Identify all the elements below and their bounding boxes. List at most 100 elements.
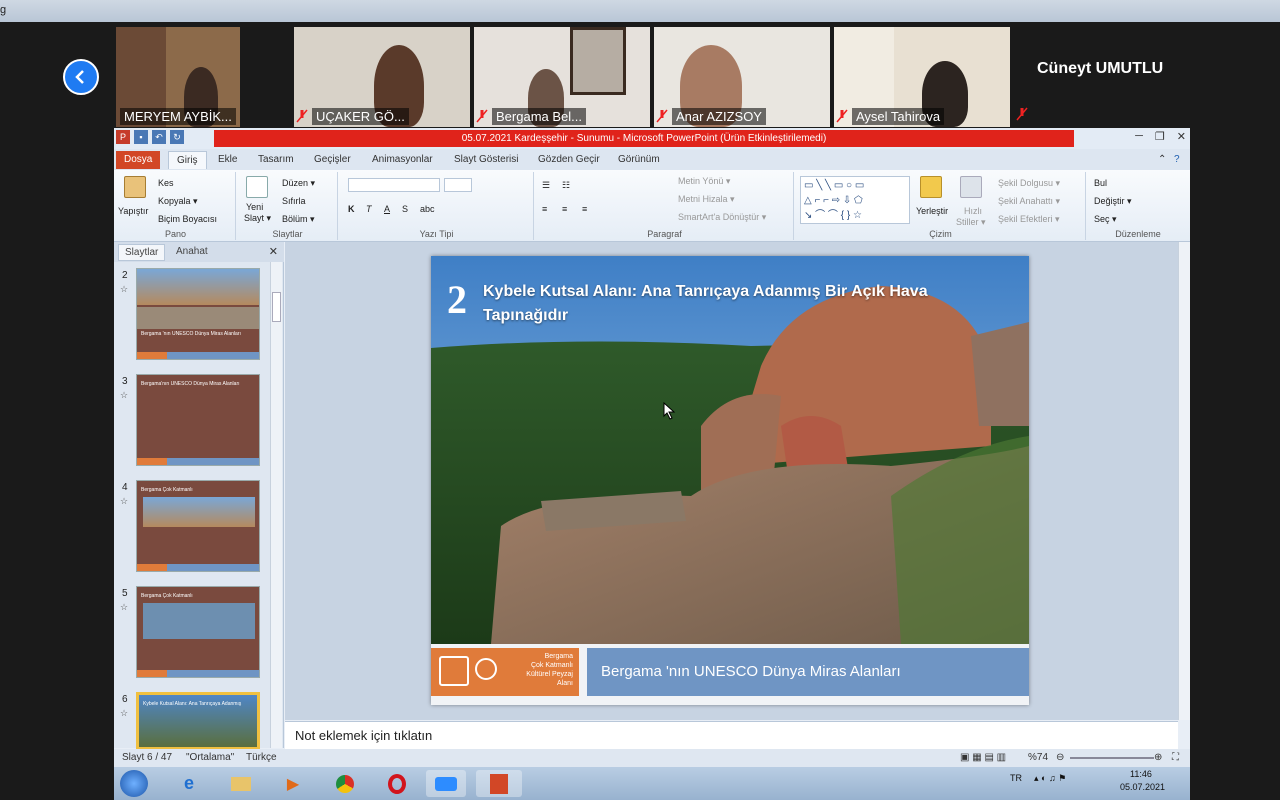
underline-icon[interactable]: A: [384, 204, 390, 214]
slide-thumbnail[interactable]: 2 ☆ Bergama 'nın UNESCO Dünya Miras Alan…: [114, 266, 274, 366]
thumb-text: Bergama Çok Katmanlı: [141, 487, 193, 493]
italic-icon[interactable]: T: [366, 204, 372, 214]
sekil-dolgusu-button[interactable]: Şekil Dolgusu ▾: [998, 178, 1060, 189]
file-explorer-icon[interactable]: [226, 770, 256, 797]
powerpoint-window: P ▪ ↶ ↻ 05.07.2021 Kardeşşehir - Sunumu …: [114, 128, 1190, 800]
thumbnail-scrollbar[interactable]: [270, 262, 282, 748]
tab-slaytlar[interactable]: Slaytlar: [118, 244, 166, 261]
kopyala-button[interactable]: Kopyala ▾: [158, 196, 198, 207]
undo-icon[interactable]: ↶: [152, 130, 166, 144]
metin-yonu-button[interactable]: Metin Yönü ▾: [678, 176, 730, 187]
tab-tasarim[interactable]: Tasarım: [250, 151, 302, 169]
shapes-gallery[interactable]: ▭ ╲ ╲ ▭ ○ ▭ △ ⌐ ⌐ ⇨ ⇩ ⬠ ↘ ⌒ ⌒ { } ☆: [800, 176, 910, 224]
slide-thumbnail[interactable]: 4 ☆ Bergama Çok Katmanlı: [114, 478, 274, 578]
zoom-level[interactable]: %74: [1028, 752, 1048, 763]
save-icon[interactable]: ▪: [134, 130, 148, 144]
editor-scrollbar[interactable]: [1178, 242, 1190, 720]
font-size-select[interactable]: [444, 178, 472, 192]
tab-gozden-gecir[interactable]: Gözden Geçir: [530, 151, 608, 169]
ribbon: Yapıştır Kes Kopyala ▾ Biçim Boyacısı Pa…: [114, 170, 1190, 242]
numbering-icon[interactable]: ☷: [562, 180, 570, 191]
chrome-icon[interactable]: [330, 770, 360, 797]
participant-tile[interactable]: MERYEM AYBİK...: [116, 27, 240, 127]
back-arrow-button[interactable]: [63, 59, 99, 95]
minimize-icon[interactable]: ─: [1135, 130, 1143, 143]
tab-ekle[interactable]: Ekle: [210, 151, 245, 169]
thumb-text: Bergama 'nın UNESCO Dünya Miras Alanları: [141, 331, 241, 337]
status-bar: Slayt 6 / 47 "Ortalama" Türkçe ▣ ▦ ▤ ▥ %…: [114, 749, 1190, 767]
start-button-icon[interactable]: [120, 770, 148, 797]
participant-tile[interactable]: UÇAKER GÖ...: [294, 27, 470, 127]
shadow-icon[interactable]: S: [402, 204, 408, 214]
slide-thumbnail[interactable]: 3 ☆ Bergama'nın UNESCO Dünya Miras Alanl…: [114, 372, 274, 472]
paste-icon[interactable]: [124, 176, 146, 198]
sifirla-button[interactable]: Sıfırla: [282, 196, 306, 206]
stiller-label[interactable]: Stiller ▾: [956, 217, 986, 228]
align-center-icon[interactable]: ≡: [562, 204, 567, 214]
bullets-icon[interactable]: ☰: [542, 180, 550, 191]
language[interactable]: Türkçe: [246, 752, 277, 763]
align-left-icon[interactable]: ≡: [542, 204, 547, 214]
smartart-button[interactable]: SmartArt'a Dönüştür ▾: [678, 212, 766, 223]
kes-button[interactable]: Kes: [158, 178, 174, 188]
tab-giris[interactable]: Giriş: [168, 151, 207, 169]
fit-to-window-icon[interactable]: ⛶: [1172, 752, 1179, 763]
yapistir-button[interactable]: Yapıştır: [118, 206, 148, 216]
slide-thumbnail[interactable]: 5 ☆ Bergama Çok Katmanlı: [114, 584, 274, 684]
current-slide[interactable]: 2 Kybele Kutsal Alanı: Ana Tanrıçaya Ada…: [431, 256, 1029, 705]
participant-tile[interactable]: Aysel Tahirova: [834, 27, 1010, 127]
media-player-icon[interactable]: ▶: [278, 770, 308, 797]
notes-field[interactable]: Not eklemek için tıklatın: [285, 721, 1178, 749]
font-name-select[interactable]: [348, 178, 440, 192]
input-language[interactable]: TR: [1010, 773, 1022, 783]
duzen-button[interactable]: Düzen ▾: [282, 178, 315, 189]
group-label: Paragraf: [647, 229, 682, 239]
close-icon[interactable]: ✕: [1177, 130, 1186, 143]
bul-button[interactable]: Bul: [1094, 178, 1107, 188]
yeni-slayt-label[interactable]: Yeni: [246, 202, 263, 212]
bolum-button[interactable]: Bölüm ▾: [282, 214, 315, 225]
arrange-icon[interactable]: [920, 176, 942, 198]
strikethrough-icon[interactable]: abc: [420, 204, 435, 214]
participant-tile[interactable]: Bergama Bel...: [474, 27, 650, 127]
help-icon[interactable]: ?: [1166, 151, 1188, 169]
tray-icons[interactable]: ▴ ◐ ♫ ⚑: [1034, 773, 1066, 784]
bicim-boyacisi-button[interactable]: Biçim Boyacısı: [158, 214, 217, 224]
sec-button[interactable]: Seç ▾: [1094, 214, 1117, 225]
internet-explorer-icon[interactable]: e: [174, 770, 204, 797]
tab-gorunum[interactable]: Görünüm: [610, 151, 668, 169]
zoom-slider[interactable]: [1070, 757, 1154, 759]
tab-gecisler[interactable]: Geçişler: [306, 151, 359, 169]
new-slide-icon[interactable]: [246, 176, 268, 198]
view-buttons[interactable]: ▣ ▦ ▤ ▥: [960, 752, 1006, 763]
sekil-anahatti-button[interactable]: Şekil Anahattı ▾: [998, 196, 1060, 207]
transition-icon: ☆: [120, 708, 129, 718]
bold-icon[interactable]: K: [348, 204, 355, 214]
zoom-app-icon[interactable]: [426, 770, 466, 797]
clock-time[interactable]: 11:46: [1130, 769, 1152, 779]
clock-date[interactable]: 05.07.2021: [1120, 782, 1165, 792]
tab-anahat[interactable]: Anahat: [170, 244, 214, 259]
transition-icon: ☆: [120, 390, 129, 400]
tab-dosya[interactable]: Dosya: [116, 151, 161, 169]
powerpoint-app-icon[interactable]: [476, 770, 522, 797]
restore-icon[interactable]: ❐: [1155, 130, 1165, 143]
tab-slayt-gosterisi[interactable]: Slayt Gösterisi: [446, 151, 526, 169]
close-icon[interactable]: ✕: [269, 245, 278, 258]
degistir-button[interactable]: Değiştir ▾: [1094, 196, 1132, 207]
align-right-icon[interactable]: ≡: [582, 204, 587, 214]
participant-name-only[interactable]: Cüneyt UMUTLU: [1037, 60, 1163, 78]
quick-styles-icon[interactable]: [960, 176, 982, 198]
participant-tile[interactable]: Anar AZIZSOY: [654, 27, 830, 127]
slide-title[interactable]: Kybele Kutsal Alanı: Ana Tanrıçaya Adanm…: [483, 280, 983, 328]
opera-icon[interactable]: [382, 770, 412, 797]
hizli-label[interactable]: Hızlı: [964, 206, 982, 216]
sekil-efektleri-button[interactable]: Şekil Efektleri ▾: [998, 214, 1060, 225]
metni-hizala-button[interactable]: Metni Hizala ▾: [678, 194, 735, 205]
tab-animasyonlar[interactable]: Animasyonlar: [364, 151, 441, 169]
slayt-dropdown[interactable]: Slayt ▾: [244, 213, 271, 224]
zoom-out-icon[interactable]: ⊖: [1056, 752, 1064, 763]
redo-icon[interactable]: ↻: [170, 130, 184, 144]
yerlestir-button[interactable]: Yerleştir: [916, 206, 948, 216]
zoom-in-icon[interactable]: ⊕: [1154, 752, 1162, 763]
